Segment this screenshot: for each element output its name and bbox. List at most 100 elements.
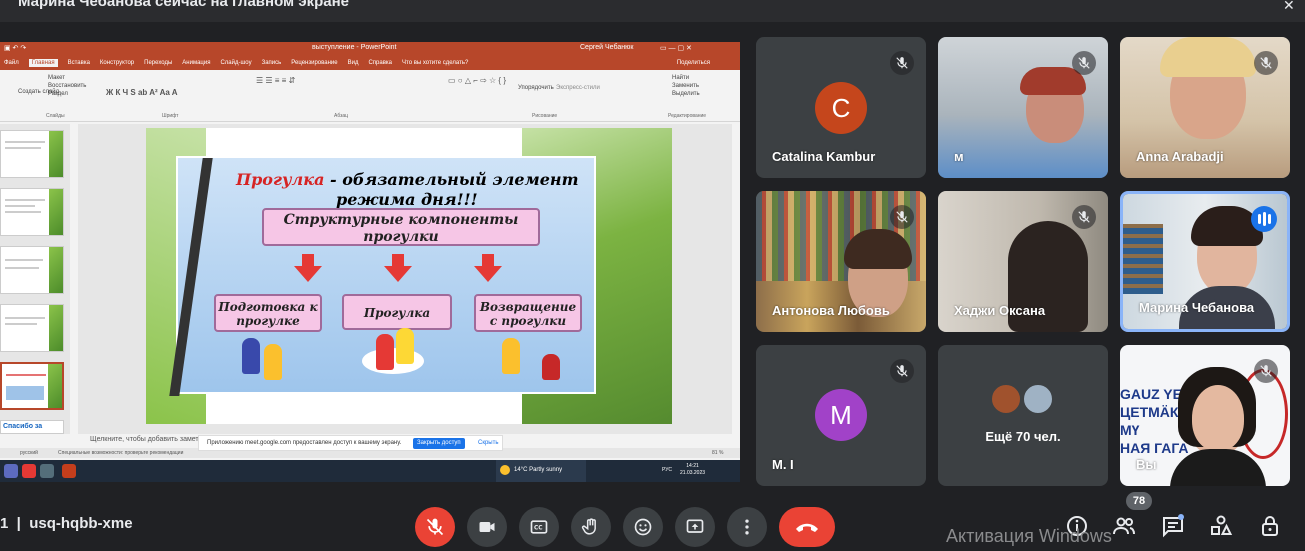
mic-toggle-button[interactable] bbox=[415, 507, 455, 547]
status-accessibility: Специальные возможности: проверьте реком… bbox=[58, 450, 184, 456]
host-controls-icon[interactable] bbox=[1258, 514, 1282, 538]
weather-text: 14°C Partly sunny bbox=[514, 467, 563, 473]
participant-name: М. I bbox=[772, 457, 794, 472]
slide-thumbnails: Спасибо за bbox=[0, 124, 70, 434]
slide: Прогулка - обязательный элемент режима д… bbox=[146, 128, 672, 424]
hand-icon bbox=[581, 518, 596, 535]
save-icon: ▣ ↶ ↷ bbox=[4, 45, 27, 52]
share-message: Приложению meet.google.com предоставлен … bbox=[207, 440, 402, 446]
slide-thumbnail bbox=[0, 130, 64, 178]
chat-icon[interactable] bbox=[1161, 514, 1185, 538]
people-icon[interactable] bbox=[1112, 514, 1136, 538]
tab-record: Запись bbox=[261, 60, 282, 66]
ribbon-tabs: Файл Главная Вставка Конструктор Переход… bbox=[0, 56, 740, 70]
paragraph-icons: ☰ ☰ ≡ ≡ ⇵ bbox=[256, 76, 296, 85]
powerpoint-icon bbox=[62, 464, 76, 478]
ribbon: Создать слайд Макет Восстановить Раздел … bbox=[0, 70, 740, 122]
child-illustration bbox=[396, 328, 414, 364]
group-slides: Слайды bbox=[46, 113, 65, 119]
avatar: C bbox=[815, 82, 867, 134]
more-participants-label: Ещё 70 чел. bbox=[985, 429, 1061, 444]
activities-icon[interactable] bbox=[1209, 514, 1233, 538]
arrow-down-icon bbox=[474, 254, 502, 282]
tab-file: Файл bbox=[4, 60, 19, 66]
participant-tile-speaking[interactable]: Марина Чебанова bbox=[1120, 191, 1290, 332]
slide-title-line2: режима дня!!! bbox=[336, 190, 478, 209]
camera-toggle-button[interactable] bbox=[467, 507, 507, 547]
participant-tile[interactable]: Anna Arabadji bbox=[1120, 37, 1290, 178]
present-screen-button[interactable] bbox=[675, 507, 715, 547]
chrome-icon bbox=[22, 464, 36, 478]
taskbar-clock: 14:21 21.03.2023 bbox=[680, 463, 706, 476]
participant-name: Anna Arabadji bbox=[1136, 149, 1224, 164]
share-label: Поделиться bbox=[676, 60, 710, 66]
tell-me-search: Что вы хотите сделать? bbox=[402, 60, 469, 66]
tab-help: Справка bbox=[368, 60, 393, 66]
slide-title: Прогулка - обязательный элемент bbox=[236, 170, 579, 189]
captions-icon: CC bbox=[530, 520, 548, 534]
windows-taskbar: 14°C Partly sunny РУС 14:21 21.03.2023 bbox=[0, 460, 740, 482]
find-button: Найти bbox=[672, 75, 690, 81]
tab-design: Конструктор bbox=[99, 60, 135, 66]
top-bar: Марина Чебанова сейчас на главном экране… bbox=[0, 0, 1305, 22]
structure-box: Структурные компоненты прогулки bbox=[262, 208, 540, 246]
captions-button[interactable]: CC bbox=[519, 507, 559, 547]
start-icon bbox=[4, 464, 18, 478]
participant-tile[interactable]: M М. I bbox=[756, 345, 926, 486]
tab-insert: Вставка bbox=[67, 60, 90, 66]
replace-button: Заменить bbox=[672, 83, 699, 89]
tab-home: Главная bbox=[28, 59, 58, 67]
participant-tile[interactable]: Хаджи Оксана bbox=[938, 191, 1108, 332]
window-title: выступление - PowerPoint bbox=[312, 44, 397, 51]
arrow-down-icon bbox=[294, 254, 322, 282]
close-icon[interactable]: ✕ bbox=[1283, 0, 1297, 12]
group-editing: Редактирование bbox=[668, 113, 707, 119]
participant-name: Антонова Любовь bbox=[772, 303, 890, 318]
weather-icon bbox=[500, 465, 510, 475]
participant-tile[interactable]: м bbox=[938, 37, 1108, 178]
reset-button: Восстановить bbox=[48, 83, 87, 89]
child-illustration bbox=[502, 338, 520, 374]
box-preparation: Подготовка к прогулке bbox=[214, 294, 322, 332]
stop-sharing-button: Закрыть доступ bbox=[413, 438, 465, 449]
mic-off-icon bbox=[890, 205, 914, 229]
self-tile[interactable]: GAUZ YE ЦЕТМӒК МҮ НАЯ ГАГА Вы bbox=[1120, 345, 1290, 486]
section-button: Раздел bbox=[48, 91, 68, 97]
mic-off-icon bbox=[426, 518, 444, 536]
arrow-down-icon bbox=[384, 254, 412, 282]
windows-activation-watermark: Активация Windows bbox=[946, 526, 1112, 546]
child-illustration bbox=[264, 344, 282, 380]
more-participants-tile[interactable]: Ещё 70 чел. bbox=[938, 345, 1108, 486]
mic-off-icon bbox=[890, 51, 914, 75]
more-options-button[interactable] bbox=[727, 507, 767, 547]
hang-up-icon bbox=[796, 523, 818, 532]
avatar bbox=[1022, 383, 1054, 415]
slide-thumbnail-selected bbox=[0, 362, 64, 410]
end-call-button[interactable] bbox=[779, 507, 835, 547]
arrange-button: Упорядочить bbox=[518, 85, 554, 91]
mic-off-icon bbox=[890, 359, 914, 383]
mic-off-icon bbox=[1072, 51, 1096, 75]
input-language: РУС bbox=[662, 467, 673, 473]
thumb-thanks-text: Спасибо за bbox=[3, 423, 43, 430]
tab-view: Вид bbox=[347, 60, 359, 66]
slide-thumbnail bbox=[0, 188, 64, 236]
app-icon bbox=[40, 464, 54, 478]
status-language: русский bbox=[20, 450, 38, 456]
raise-hand-button[interactable] bbox=[571, 507, 611, 547]
participant-tile[interactable]: Антонова Любовь bbox=[756, 191, 926, 332]
window-controls: ▭ — ▢ ✕ bbox=[660, 45, 692, 52]
emoji-reaction-button[interactable] bbox=[623, 507, 663, 547]
svg-text:CC: CC bbox=[534, 526, 543, 532]
hide-banner-button: Скрыть bbox=[478, 440, 499, 446]
participant-name: Марина Чебанова bbox=[1139, 300, 1255, 315]
child-illustration bbox=[542, 354, 560, 380]
powerpoint-titlebar: ▣ ↶ ↷ выступление - PowerPoint Сергей Че… bbox=[0, 42, 740, 56]
avatar: M bbox=[815, 389, 867, 441]
mic-off-icon bbox=[1254, 359, 1278, 383]
slide-canvas: Прогулка - обязательный элемент режима д… bbox=[78, 124, 732, 434]
group-paragraph: Абзац bbox=[334, 113, 349, 119]
tab-animations: Анимация bbox=[182, 60, 211, 66]
mic-off-icon bbox=[1254, 51, 1278, 75]
participant-tile[interactable]: C Catalina Kambur bbox=[756, 37, 926, 178]
